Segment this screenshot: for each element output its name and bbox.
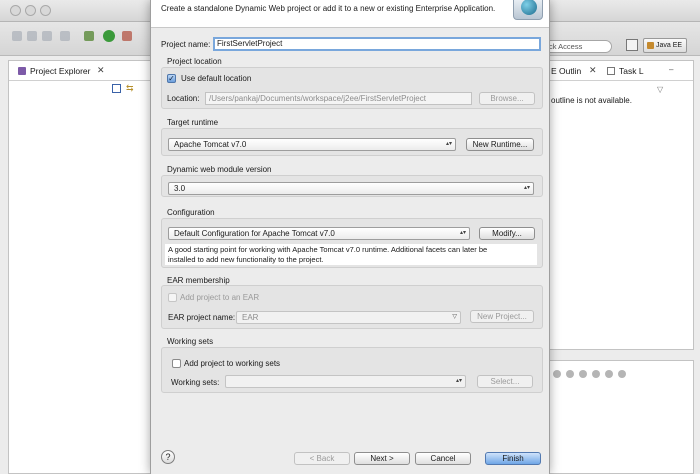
- new-icon[interactable]: [12, 31, 22, 41]
- target-runtime-select[interactable]: Apache Tomcat v7.0 ▴▾: [168, 138, 456, 151]
- run-icon[interactable]: [103, 30, 115, 42]
- tab-project-explorer[interactable]: Project Explorer ✕: [9, 61, 159, 81]
- working-sets-title: Working sets: [167, 337, 214, 346]
- project-explorer-panel: Project Explorer ✕ ⇆: [8, 60, 160, 474]
- configuration-description-line2: installed to add new functionality to th…: [168, 254, 324, 264]
- web-module-version-title: Dynamic web module version: [167, 165, 272, 174]
- use-default-location-label: Use default location: [181, 74, 252, 83]
- chevron-updown-icon: ▴▾: [445, 141, 452, 147]
- save-icon[interactable]: [27, 31, 37, 41]
- external-tools-icon[interactable]: [122, 31, 132, 41]
- location-label: Location:: [167, 94, 200, 103]
- start-icon[interactable]: [579, 370, 587, 378]
- outline-message: outline is not available.: [551, 96, 632, 105]
- web-module-version-select[interactable]: 3.0 ▴▾: [168, 182, 534, 195]
- zoom-window-button[interactable]: [40, 5, 51, 16]
- chevron-updown-icon: ▴▾: [455, 378, 462, 384]
- view-menu-icon[interactable]: ▽: [657, 85, 663, 94]
- chevron-down-icon: ▽: [452, 314, 457, 320]
- project-location-group: ✓ Use default location Location: /Users/…: [161, 67, 543, 109]
- add-to-working-sets-label: Add project to working sets: [184, 359, 281, 368]
- collapse-all-icon[interactable]: [112, 84, 121, 93]
- outline-tabbar: E Outlin ✕ Task L –: [549, 61, 693, 81]
- perspective-label: Java EE: [656, 42, 683, 49]
- working-sets-label: Working sets:: [171, 378, 220, 387]
- dialog-description: Create a standalone Dynamic Web project …: [161, 4, 496, 13]
- project-name-input[interactable]: FirstServletProject: [213, 37, 541, 51]
- finish-button[interactable]: Finish: [485, 452, 541, 465]
- tab-task-list[interactable]: Task L: [619, 66, 644, 76]
- tab-outline[interactable]: E Outlin: [551, 66, 581, 76]
- print-icon[interactable]: [42, 31, 52, 41]
- refresh-icon[interactable]: [605, 370, 613, 378]
- expand-icon[interactable]: [618, 370, 626, 378]
- ear-project-select[interactable]: EAR ▽: [236, 311, 461, 324]
- target-runtime-group: Apache Tomcat v7.0 ▴▾ New Runtime...: [161, 128, 543, 156]
- web-module-version-value: 3.0: [174, 184, 186, 193]
- new-ear-project-button[interactable]: New Project...: [470, 310, 534, 323]
- browse-button[interactable]: Browse...: [479, 92, 535, 105]
- project-explorer-label: Project Explorer: [30, 66, 91, 76]
- configuration-title: Configuration: [167, 208, 215, 217]
- cancel-button[interactable]: Cancel: [415, 452, 471, 465]
- configuration-description-line1: A good starting point for working with A…: [168, 245, 488, 254]
- project-explorer-icon: [18, 67, 26, 75]
- back-button[interactable]: < Back: [294, 452, 350, 465]
- select-working-sets-button[interactable]: Select...: [477, 375, 533, 388]
- project-location-title: Project location: [167, 57, 222, 66]
- close-icon[interactable]: ✕: [589, 65, 597, 76]
- server-icon[interactable]: [60, 31, 70, 41]
- ear-project-value: EAR: [242, 313, 259, 322]
- use-default-location-checkbox[interactable]: ✓: [167, 74, 176, 83]
- stop-icon[interactable]: [592, 370, 600, 378]
- dialog-header: Create a standalone Dynamic Web project …: [151, 0, 549, 28]
- outline-panel: E Outlin ✕ Task L – ▽ outline is not ava…: [548, 60, 694, 350]
- open-perspective-icon[interactable]: [626, 39, 638, 51]
- location-input[interactable]: /Users/pankaj/Documents/workspace/j2ee/F…: [205, 92, 472, 105]
- debug-icon[interactable]: [84, 31, 94, 41]
- target-runtime-value: Apache Tomcat v7.0: [174, 140, 247, 149]
- minimize-window-button[interactable]: [25, 5, 36, 16]
- close-window-button[interactable]: [10, 5, 21, 16]
- project-name-label: Project name:: [161, 40, 211, 49]
- next-button[interactable]: Next >: [354, 452, 410, 465]
- add-to-ear-checkbox[interactable]: [168, 293, 177, 302]
- configuration-description: A good starting point for working with A…: [165, 244, 537, 265]
- clear-icon[interactable]: [566, 370, 574, 378]
- add-to-working-sets-checkbox[interactable]: [172, 359, 181, 368]
- configuration-select[interactable]: Default Configuration for Apache Tomcat …: [168, 227, 470, 240]
- ear-membership-group: Add project to an EAR EAR project name: …: [161, 285, 543, 329]
- minimize-icon[interactable]: –: [669, 65, 673, 74]
- working-sets-select[interactable]: ▴▾: [225, 375, 466, 388]
- close-icon[interactable]: ✕: [97, 65, 105, 76]
- new-dynamic-web-project-dialog: Create a standalone Dynamic Web project …: [150, 0, 550, 474]
- chevron-updown-icon: ▴▾: [523, 185, 530, 191]
- help-button[interactable]: ?: [161, 450, 175, 464]
- link-with-editor-icon[interactable]: ⇆: [126, 83, 134, 94]
- new-runtime-button[interactable]: New Runtime...: [466, 138, 534, 151]
- bottom-right-panel: [548, 360, 694, 474]
- quick-access-input[interactable]: ck Access: [544, 40, 612, 53]
- working-sets-group: Add project to working sets Working sets…: [161, 347, 543, 393]
- java-ee-icon: [647, 42, 654, 49]
- configuration-value: Default Configuration for Apache Tomcat …: [174, 229, 335, 238]
- ear-membership-title: EAR membership: [167, 276, 230, 285]
- console-icon[interactable]: [553, 370, 561, 378]
- target-runtime-title: Target runtime: [167, 118, 219, 127]
- perspective-java-ee-button[interactable]: Java EE: [643, 38, 687, 53]
- task-list-icon: [607, 67, 615, 75]
- web-module-version-group: 3.0 ▴▾: [161, 175, 543, 197]
- modify-button[interactable]: Modify...: [479, 227, 535, 240]
- ear-project-name-label: EAR project name:: [168, 313, 236, 322]
- chevron-updown-icon: ▴▾: [459, 230, 466, 236]
- add-to-ear-label: Add project to an EAR: [180, 293, 260, 302]
- globe-icon: [521, 0, 537, 15]
- web-project-wizard-icon: [513, 0, 543, 20]
